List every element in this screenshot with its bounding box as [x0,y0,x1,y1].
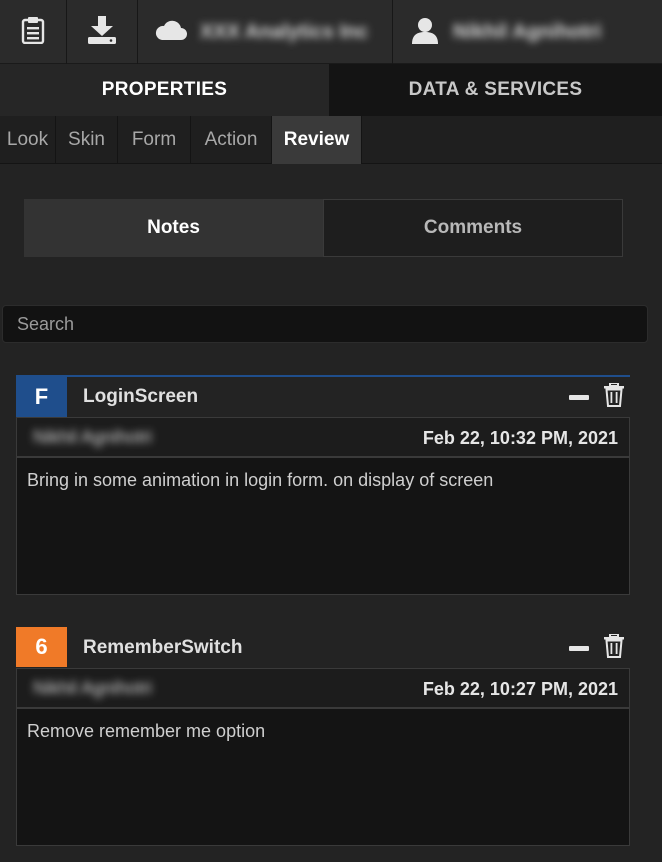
clipboard-icon [21,16,45,49]
note-author: Nikhil Agnihotri [33,427,153,447]
segment-notes-label: Notes [147,217,200,238]
tab-look[interactable]: Look [0,116,56,164]
search-input[interactable] [2,305,648,343]
minus-icon [569,388,589,406]
tab-form[interactable]: Form [118,116,191,164]
trash-icon [604,632,624,663]
tab-skin-label: Skin [68,129,105,150]
download-button[interactable] [67,0,138,64]
tab-data-services[interactable]: DATA & SERVICES [329,64,662,116]
note-text: Remove remember me option [27,721,266,741]
tab-look-label: Look [6,129,49,150]
tab-form-label: Form [131,129,177,150]
note-text: Bring in some animation in login form. o… [27,470,494,490]
cloud-icon [154,18,188,47]
user-button[interactable]: Nikhil Agnihotri [393,0,662,64]
tab-properties-label: PROPERTIES [101,79,228,100]
tab-skin[interactable]: Skin [56,116,118,164]
note-body: Bring in some animation in login form. o… [16,457,630,595]
notes-button[interactable] [0,0,67,64]
segment-comments-label: Comments [423,217,523,238]
tab-review[interactable]: Review [272,116,362,164]
segment-comments[interactable]: Comments [323,199,623,257]
trash-icon [604,381,624,412]
delete-button[interactable] [602,381,626,412]
note-badge-label: F [34,384,49,409]
note-date: Feb 22, 10:27 PM, 2021 [422,679,618,699]
account-button[interactable]: XXX Analytics Inc [138,0,393,64]
note-title: LoginScreen [83,386,199,407]
note-date: Feb 22, 10:32 PM, 2021 [422,428,618,448]
collapse-button[interactable] [566,385,592,409]
tab-action-label: Action [204,129,258,150]
note-badge: F [16,377,67,417]
note-title: RememberSwitch [83,637,243,658]
note-badge-label: 6 [35,634,48,659]
note-meta-row: Nikhil Agnihotri Feb 22, 10:32 PM, 2021 [16,417,630,457]
download-icon [86,15,118,50]
tab-review-label: Review [283,129,350,150]
user-icon [411,16,439,49]
user-name: Nikhil Agnihotri [453,20,602,43]
collapse-button[interactable] [566,636,592,660]
delete-button[interactable] [602,632,626,663]
note-meta-row: Nikhil Agnihotri Feb 22, 10:27 PM, 2021 [16,668,630,708]
tab-data-services-label: DATA & SERVICES [408,79,583,100]
tab-action[interactable]: Action [191,116,272,164]
note-card-divider [16,375,630,377]
note-badge: 6 [16,627,67,667]
tab-properties[interactable]: PROPERTIES [0,64,329,116]
note-author: Nikhil Agnihotri [33,678,153,698]
account-name: XXX Analytics Inc [200,20,369,43]
note-body: Remove remember me option [16,708,630,846]
segment-notes[interactable]: Notes [24,199,323,257]
minus-icon [569,639,589,657]
